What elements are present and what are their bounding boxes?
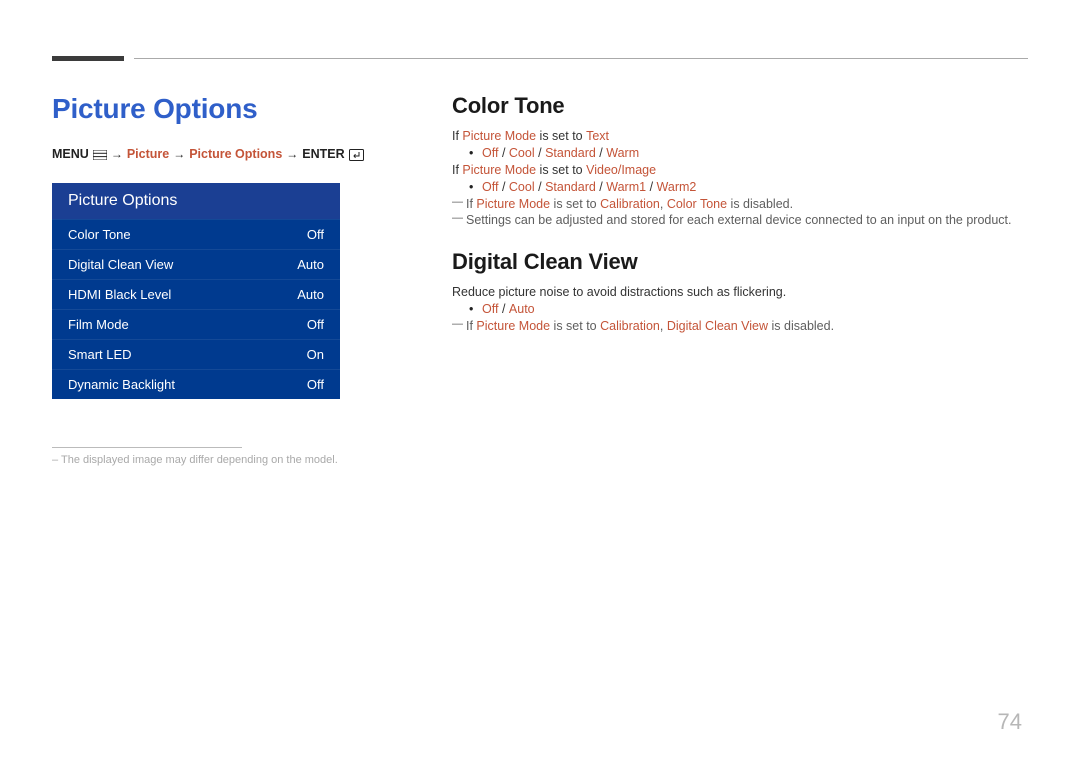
cond-mode: Picture Mode [462,129,536,143]
panel-label: Color Tone [68,227,131,242]
note-text: , [660,319,667,333]
panel-row-color-tone: Color Tone Off [52,219,340,249]
settings-panel: Picture Options Color Tone Off Digital C… [52,183,340,399]
right-column: Color Tone If Picture Mode is set to Tex… [452,93,1028,466]
option: Warm1 [606,180,646,194]
note-term: Picture Mode [476,197,550,211]
cond-mid: is set to [536,129,586,143]
enter-icon [349,147,364,161]
option: Off [482,180,498,194]
option: Cool [509,180,535,194]
note: If Picture Mode is set to Calibration, C… [452,197,1028,211]
breadcrumb-menu: MENU [52,147,89,161]
note-text: If [466,197,476,211]
options-item: Off / Cool / Standard / Warm [482,146,1028,160]
header-rule [52,56,1028,61]
cond-mid: is set to [536,163,586,177]
panel-row-hdmi-black-level: HDMI Black Level Auto [52,279,340,309]
breadcrumb-picture-options: Picture Options [189,147,282,161]
note-text: , [660,197,667,211]
page-title: Picture Options [52,93,412,125]
arrow-icon: → [173,147,185,161]
heading-digital-clean-view: Digital Clean View [452,249,1028,275]
option: Off [482,146,498,160]
arrow-icon: → [111,147,123,161]
panel-value: Auto [297,287,324,302]
left-column: Picture Options MENU → Picture → Picture… [52,93,412,466]
note-term: Color Tone [667,197,727,211]
manual-page: Picture Options MENU → Picture → Picture… [0,0,1080,496]
note-text: Settings can be adjusted and stored for … [466,213,1012,227]
option: Warm2 [657,180,697,194]
header-line [134,58,1028,59]
cond-prefix: If [452,129,462,143]
breadcrumb: MENU → Picture → Picture Options → ENTER [52,147,412,161]
panel-row-film-mode: Film Mode Off [52,309,340,339]
options-item: Off / Auto [482,302,1028,316]
note-term: Calibration [600,319,660,333]
panel-label: Digital Clean View [68,257,173,272]
header-accent [52,56,124,61]
cond-prefix: If [452,163,462,177]
note-text: is disabled. [768,319,834,333]
panel-label: HDMI Black Level [68,287,171,302]
breadcrumb-enter: ENTER [302,147,344,161]
note-text: is set to [550,319,600,333]
option: Off [482,302,498,316]
cond-mode: Picture Mode [462,163,536,177]
note-term: Picture Mode [476,319,550,333]
breadcrumb-picture: Picture [127,147,169,161]
section-color-tone: Color Tone If Picture Mode is set to Tex… [452,93,1028,227]
panel-value: Auto [297,257,324,272]
options-list: Off / Auto [452,302,1028,316]
note: Settings can be adjusted and stored for … [452,213,1028,227]
panel-value: Off [307,227,324,242]
note-term: Calibration [600,197,660,211]
panel-value: Off [307,377,324,392]
panel-label: Film Mode [68,317,129,332]
panel-row-digital-clean-view: Digital Clean View Auto [52,249,340,279]
options-item: Off / Cool / Standard / Warm1 / Warm2 [482,180,1028,194]
panel-value: Off [307,317,324,332]
panel-label: Dynamic Backlight [68,377,175,392]
panel-row-smart-led: Smart LED On [52,339,340,369]
note-text: If [466,319,476,333]
section-digital-clean-view: Digital Clean View Reduce picture noise … [452,249,1028,333]
note-text: is set to [550,197,600,211]
option: Warm [606,146,639,160]
options-list: Off / Cool / Standard / Warm [452,146,1028,160]
cond-target: Text [586,129,609,143]
options-list: Off / Cool / Standard / Warm1 / Warm2 [452,180,1028,194]
description: Reduce picture noise to avoid distractio… [452,285,1028,299]
condition-text: If Picture Mode is set to Text [452,129,1028,143]
option: Auto [509,302,535,316]
menu-icon [93,147,107,161]
heading-color-tone: Color Tone [452,93,1028,119]
arrow-icon: → [286,147,298,161]
option: Standard [545,146,596,160]
panel-label: Smart LED [68,347,132,362]
disclaimer: The displayed image may differ depending… [52,454,412,466]
panel-row-dynamic-backlight: Dynamic Backlight Off [52,369,340,399]
option: Cool [509,146,535,160]
condition-text: If Picture Mode is set to Video/Image [452,163,1028,177]
option: Standard [545,180,596,194]
note-term: Digital Clean View [667,319,768,333]
page-number: 74 [998,709,1022,735]
note: If Picture Mode is set to Calibration, D… [452,319,1028,333]
panel-header: Picture Options [52,183,340,219]
panel-value: On [307,347,324,362]
divider [52,447,242,448]
note-text: is disabled. [727,197,793,211]
cond-target: Video/Image [586,163,656,177]
